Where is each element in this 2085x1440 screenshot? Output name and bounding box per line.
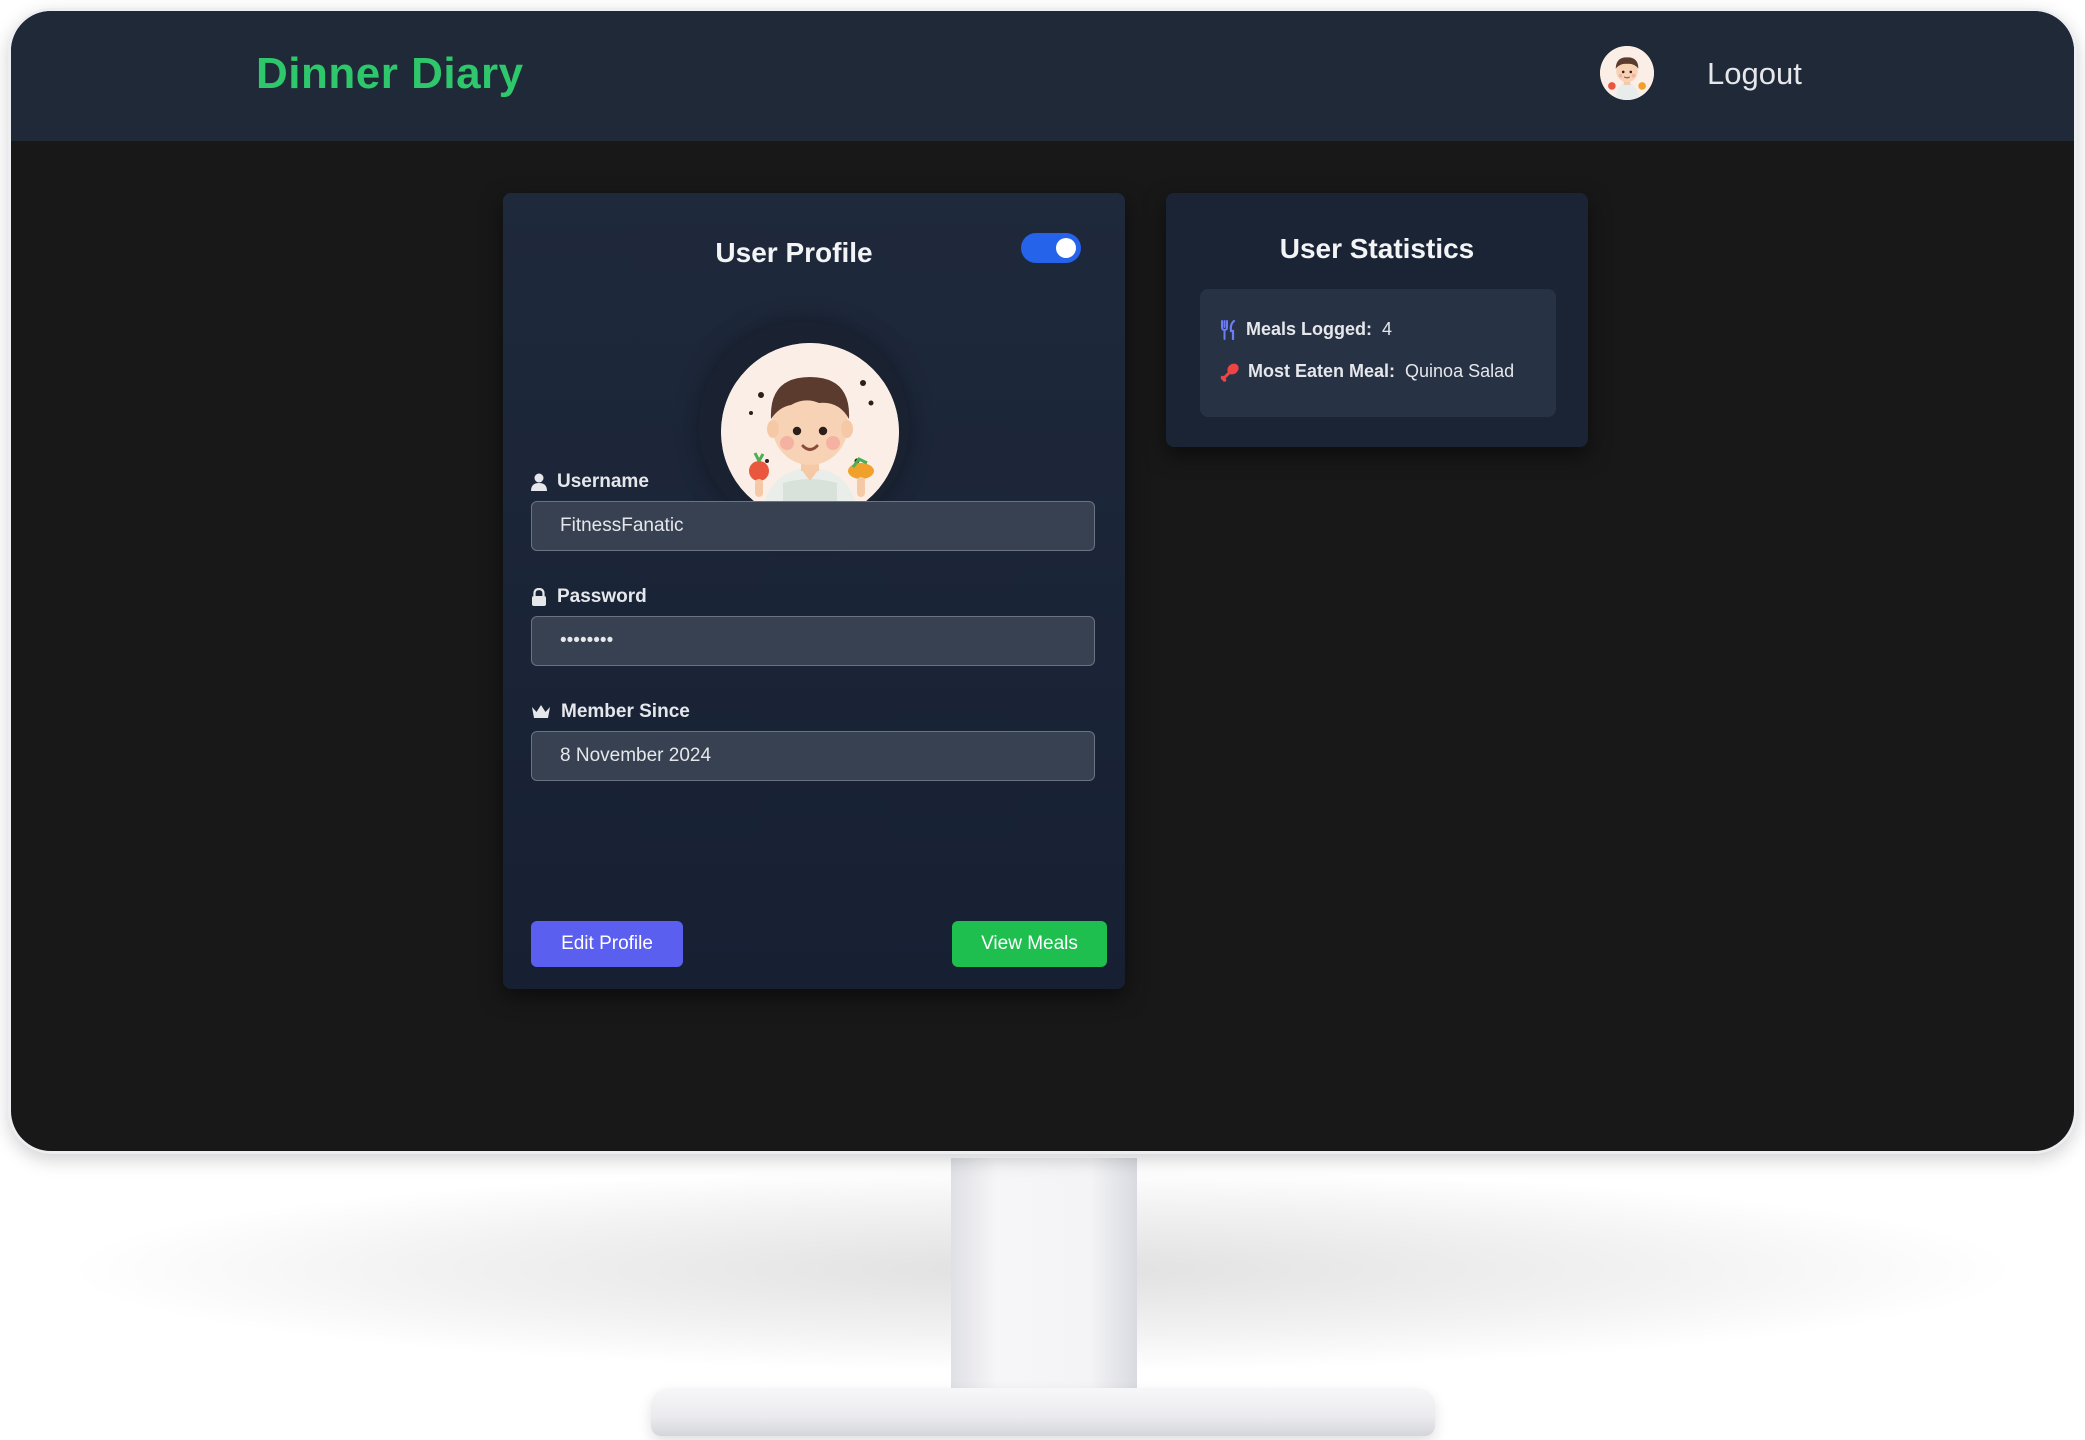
most-eaten-label: Most Eaten Meal: [1248,361,1396,381]
profile-avatar[interactable] [721,343,899,521]
monitor-stand-base [651,1388,1435,1436]
password-label: Password [557,586,647,607]
stage: Dinner Diary Logout User Profile Usernam… [0,0,2085,1440]
edit-profile-button[interactable]: Edit Profile [531,921,683,967]
password-input[interactable] [531,616,1095,666]
profile-avatar-ring [699,321,909,531]
view-meals-button[interactable]: View Meals [952,921,1107,967]
monitor-frame: Dinner Diary Logout User Profile Usernam… [8,8,2077,1154]
meals-logged-value: 4 [1382,319,1393,339]
user-statistics-card: User Statistics Meals Logged: 4 Most Eat… [1166,193,1588,447]
member-since-input[interactable] [531,731,1095,781]
user-profile-card: User Profile Username FitnessFanatic Pas… [503,193,1125,989]
theme-toggle[interactable] [1021,233,1081,263]
username-input[interactable] [531,501,1095,551]
stat-most-eaten: Most Eaten Meal: Quinoa Salad [1220,361,1514,382]
top-navbar: Dinner Diary Logout [11,11,2074,141]
username-label: Username [557,471,649,492]
member-since-label: Member Since [561,701,690,722]
utensils-icon [1221,319,1236,340]
meals-logged-label: Meals Logged: [1246,319,1373,339]
stats-title: User Statistics [1279,233,1475,264]
stats-list: Meals Logged: 4 Most Eaten Meal: Quinoa … [1200,289,1556,417]
user-icon [531,473,547,491]
chef-avatar-icon[interactable] [1600,46,1654,100]
stat-meals-logged: Meals Logged: 4 [1220,319,1392,340]
lock-icon [532,588,546,606]
toggle-knob [1056,238,1076,258]
logout-link[interactable]: Logout [1707,56,1802,92]
member-since-label-row: Member Since [531,701,690,723]
username-label-row: Username [531,471,649,493]
brand-logo[interactable]: Dinner Diary [256,49,524,99]
app-screen: Dinner Diary Logout User Profile Usernam… [11,11,2074,1151]
crown-icon [532,705,550,718]
password-label-row: Password [531,586,647,608]
monitor-stand-neck [951,1158,1137,1410]
drumstick-icon [1220,363,1239,382]
most-eaten-value: Quinoa Salad [1405,361,1515,381]
